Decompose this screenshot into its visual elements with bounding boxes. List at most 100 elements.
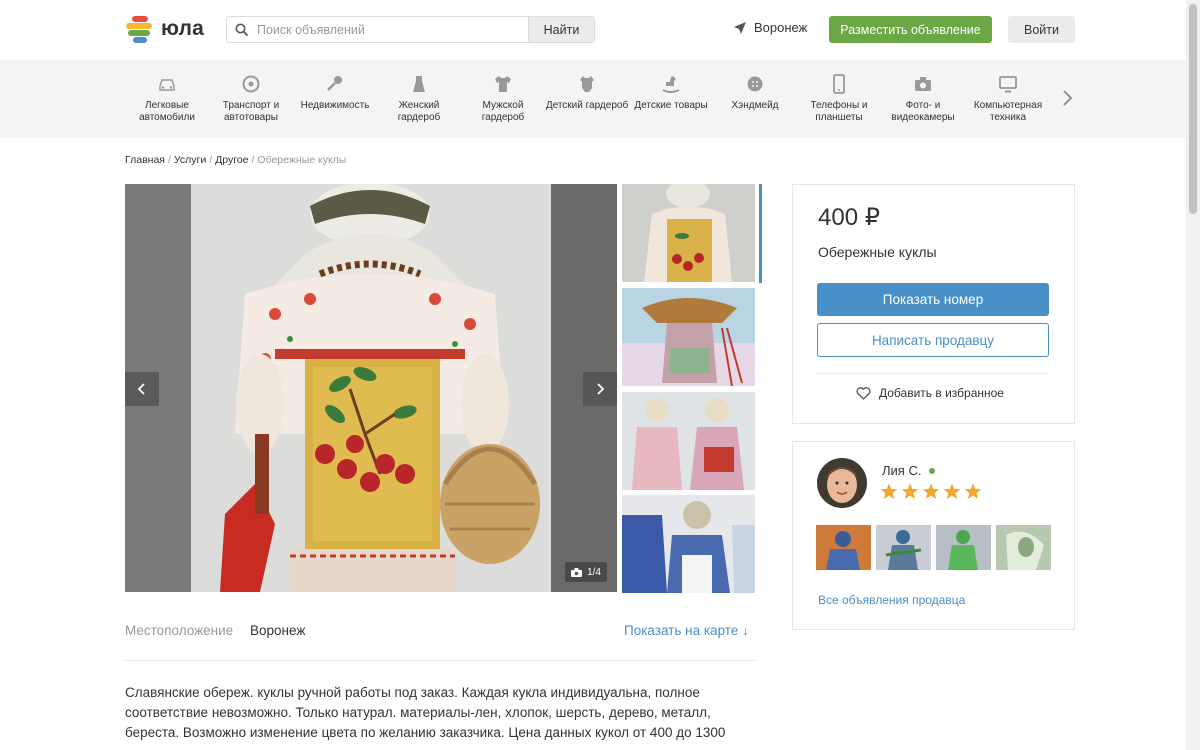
online-indicator <box>929 467 936 474</box>
next-photo-button[interactable] <box>583 372 617 406</box>
logo[interactable]: юла <box>126 15 204 43</box>
seller-avatar[interactable] <box>817 458 867 508</box>
category-kids-goods[interactable]: Детские товары <box>629 74 713 112</box>
bodysuit-icon <box>580 76 594 92</box>
thumbnail-image <box>876 525 931 570</box>
category-label: Легковые автомобили <box>139 100 195 123</box>
camera-icon <box>571 567 583 577</box>
city-label: Воронеж <box>754 20 808 35</box>
logo-text: юла <box>161 17 205 40</box>
category-label: Детский гардероб <box>545 100 629 111</box>
wheel-icon <box>242 75 260 93</box>
thumbnail-image <box>816 525 871 570</box>
login-button[interactable]: Войти <box>1008 16 1075 43</box>
seller-item-thumbnail[interactable] <box>816 525 871 570</box>
item-description: Славянские обереж. куклы ручной работы п… <box>125 685 726 740</box>
category-phones[interactable]: Телефоны и планшеты <box>797 74 881 124</box>
breadcrumb: Главная / Услуги / Другое / Обережные куклы <box>125 154 347 166</box>
thumbnail-active-indicator <box>759 184 762 283</box>
category-label: Компьютерная техника <box>973 100 1043 123</box>
rocking-horse-icon <box>662 76 680 93</box>
prev-photo-button[interactable] <box>125 372 159 406</box>
dress-icon <box>413 76 425 92</box>
thumbnail-image <box>622 184 755 282</box>
category-computers[interactable]: Компьютерная техника <box>966 74 1050 124</box>
breadcrumb-other[interactable]: Другое <box>215 154 248 166</box>
avatar-image <box>817 458 867 508</box>
photo-counter-text: 1/4 <box>587 566 601 578</box>
main-photo[interactable]: 1/4 <box>125 184 617 592</box>
category-men[interactable]: Мужской гардероб <box>461 74 545 124</box>
star-icon <box>901 483 919 499</box>
category-label: Мужской гардероб <box>481 100 525 123</box>
key-icon <box>327 76 342 91</box>
category-handmade[interactable]: Хэндмейд <box>713 74 797 112</box>
thumbnail-image <box>622 288 755 386</box>
all-seller-ads-link[interactable]: Все объявления продавца <box>818 593 965 607</box>
button-icon <box>747 76 763 92</box>
seller-item-thumbnail[interactable] <box>876 525 931 570</box>
divider <box>125 660 755 661</box>
photo-thumbnail[interactable] <box>622 288 755 386</box>
city-selector[interactable]: Воронеж <box>733 20 807 35</box>
chevron-right-icon <box>597 383 605 395</box>
logo-mark-icon <box>126 15 154 43</box>
seller-name[interactable]: Лия С. <box>882 463 921 478</box>
shirt-icon <box>495 76 511 92</box>
category-women[interactable]: Женский гардероб <box>377 74 461 124</box>
camera-icon <box>915 77 931 91</box>
location-value: Воронеж <box>250 623 306 638</box>
phone-icon <box>833 74 845 94</box>
chevron-left-icon <box>137 383 145 395</box>
add-to-favorites-button[interactable]: Добавить в избранное <box>856 386 1004 400</box>
header: юла Найти Воронеж Разместить объявление … <box>0 0 1186 60</box>
seller-rating <box>880 483 982 500</box>
star-icon <box>880 483 898 499</box>
category-cameras[interactable]: Фото- и видеокамеры <box>881 74 965 124</box>
category-transport[interactable]: Транспорт и автотовары <box>209 74 293 124</box>
location-label: Местоположение <box>125 623 234 638</box>
category-kids-clothes[interactable]: Детский гардероб <box>545 74 629 112</box>
add-to-favorites-label: Добавить в избранное <box>879 386 1004 400</box>
category-cars[interactable]: Легковые автомобили <box>125 74 209 124</box>
seller-item-thumbnail[interactable] <box>936 525 991 570</box>
category-bar: Легковые автомобили Транспорт и автотова… <box>0 60 1186 138</box>
thumbnail-image <box>936 525 991 570</box>
category-label: Фото- и видеокамеры <box>891 100 955 123</box>
item-price: 400 ₽ <box>818 204 880 231</box>
show-phone-button[interactable]: Показать номер <box>817 283 1049 316</box>
breadcrumb-services[interactable]: Услуги <box>174 154 206 166</box>
scrollbar-thumb[interactable] <box>1189 4 1197 214</box>
chevron-right-icon[interactable] <box>1058 86 1076 110</box>
search-bar: Найти <box>226 16 595 43</box>
doll-photo <box>125 184 617 592</box>
item-title: Обережные куклы <box>818 244 937 260</box>
photo-thumbnail[interactable] <box>622 495 755 593</box>
photo-counter: 1/4 <box>565 562 607 582</box>
search-input[interactable] <box>257 17 528 42</box>
seller-item-thumbnail[interactable] <box>996 525 1051 570</box>
star-icon <box>943 483 961 499</box>
breadcrumb-home[interactable]: Главная <box>125 154 165 166</box>
post-ad-button[interactable]: Разместить объявление <box>829 16 992 43</box>
category-label: Хэндмейд <box>731 100 779 111</box>
photo-thumbnail[interactable] <box>622 184 755 282</box>
location-arrow-icon <box>734 21 746 34</box>
show-on-map-link[interactable]: Показать на карте ↓ <box>624 623 749 638</box>
category-label: Недвижимость <box>300 100 370 111</box>
category-label: Женский гардероб <box>397 100 441 123</box>
seller-name-row: Лия С. <box>882 463 936 478</box>
category-realty[interactable]: Недвижимость <box>293 74 377 112</box>
thumbnail-image <box>622 495 755 593</box>
write-seller-button[interactable]: Написать продавцу <box>817 323 1049 357</box>
breadcrumb-current: Обережные куклы <box>257 154 347 166</box>
search-icon <box>227 17 257 42</box>
thumbnail-image <box>622 392 755 490</box>
category-label: Транспорт и автотовары <box>222 100 280 123</box>
heart-icon <box>856 386 871 400</box>
category-label: Телефоны и планшеты <box>810 100 868 123</box>
divider <box>817 373 1049 374</box>
search-button[interactable]: Найти <box>528 17 594 42</box>
category-label: Детские товары <box>634 100 708 111</box>
photo-thumbnail[interactable] <box>622 392 755 490</box>
